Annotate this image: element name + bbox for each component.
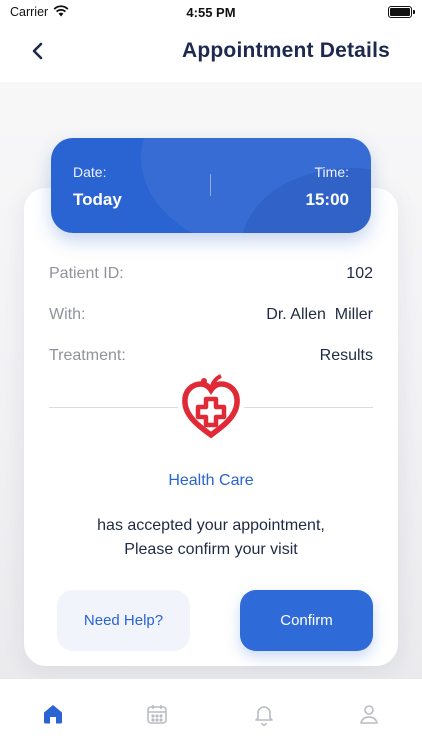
profile-icon <box>357 702 381 731</box>
status-bar: Carrier 4:55 PM <box>0 0 422 24</box>
date-label: Date: <box>73 164 107 180</box>
wifi-icon <box>53 4 69 20</box>
back-button[interactable] <box>24 38 50 68</box>
appointment-time-banner: Date: Today Time: 15:00 <box>51 138 371 233</box>
time-block: Time: 15:00 <box>306 164 349 210</box>
battery-icon <box>388 6 415 18</box>
provider-name: Health Care <box>168 472 254 489</box>
message-line-1: has accepted your appointment, <box>97 517 325 534</box>
doctor-row: With: Dr. Allen Miller <box>49 306 373 324</box>
doctor-label: With: <box>49 306 86 323</box>
heart-cross-icon <box>180 373 242 444</box>
status-left: Carrier <box>10 4 69 20</box>
treatment-label: Treatment: <box>49 347 126 364</box>
tab-calendar[interactable] <box>142 701 172 731</box>
tab-notifications[interactable] <box>249 701 279 731</box>
patient-id-label: Patient ID: <box>49 265 124 282</box>
navigation-bar: Appointment Details <box>0 24 422 82</box>
chevron-left-icon <box>31 42 43 65</box>
banner-divider <box>210 174 211 196</box>
provider-logo <box>178 373 244 444</box>
calendar-icon <box>145 702 169 731</box>
home-icon <box>41 702 65 731</box>
tab-profile[interactable] <box>354 701 384 731</box>
page-title: Appointment Details <box>182 39 390 62</box>
tab-home[interactable] <box>38 701 68 731</box>
tab-bar <box>0 678 422 750</box>
confirmation-message: has accepted your appointment, Please co… <box>0 514 422 562</box>
treatment-value: Results <box>319 347 373 364</box>
carrier-label: Carrier <box>10 5 49 19</box>
treatment-row: Treatment: Results <box>49 347 373 365</box>
date-block: Date: Today <box>73 164 122 210</box>
time-value: 15:00 <box>305 190 349 209</box>
time-label: Time: <box>314 164 349 180</box>
date-value: Today <box>73 190 122 209</box>
patient-id-value: 102 <box>346 265 373 282</box>
message-line-2: Please confirm your visit <box>124 541 298 558</box>
need-help-button[interactable]: Need Help? <box>57 590 190 651</box>
bell-icon <box>252 702 276 731</box>
confirm-button[interactable]: Confirm <box>240 590 373 651</box>
doctor-value: Dr. Allen Miller <box>266 306 373 323</box>
patient-id-row: Patient ID: 102 <box>49 265 373 283</box>
